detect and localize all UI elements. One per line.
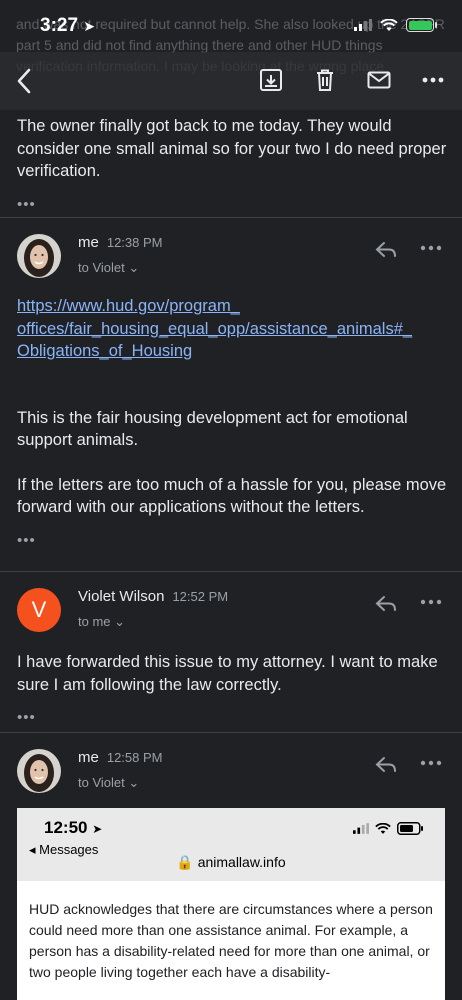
message-more-icon[interactable]	[420, 590, 442, 614]
avatar[interactable]	[17, 234, 61, 278]
message-body: The owner finally got back to me today. …	[17, 117, 447, 180]
message-time: 12:52 PM	[172, 589, 229, 604]
paragraph: If the letters are too much of a hassle …	[17, 475, 447, 517]
wifi-icon	[380, 18, 398, 31]
screenshot-status-icons	[353, 822, 423, 835]
chevron-down-icon: ⌄	[114, 614, 126, 629]
show-trimmed-content-button[interactable]: •••	[17, 197, 447, 212]
avatar[interactable]	[17, 749, 61, 793]
reply-icon[interactable]	[374, 238, 398, 262]
reply-icon[interactable]	[374, 753, 398, 777]
recipient-toggle[interactable]: to me ⌄	[78, 614, 125, 630]
sender-line: Violet Wilson 12:52 PM	[78, 588, 228, 605]
back-chevron-icon[interactable]	[10, 65, 40, 97]
more-icon[interactable]	[420, 67, 446, 93]
status-time: 3:27 ➤	[40, 15, 96, 36]
recipient-toggle[interactable]: to Violet ⌄	[78, 775, 139, 791]
message-body: I have forwarded this issue to my attorn…	[17, 651, 447, 725]
message-body-owner-reply: The owner finally got back to me today. …	[17, 115, 447, 212]
sender-name: Violet Wilson	[78, 588, 165, 605]
screenshot-time: 12:50 ➤	[44, 818, 103, 837]
message-body: https://www.hud.gov/program_ offices/fai…	[17, 295, 452, 548]
sender-name: me	[78, 749, 99, 766]
archive-icon[interactable]	[258, 67, 284, 93]
profile-photo-avatar	[17, 234, 61, 278]
cellular-signal-icon	[353, 823, 369, 834]
show-trimmed-content-button[interactable]: •••	[17, 710, 447, 725]
screenshot-url: 🔒 animallaw.info	[176, 854, 286, 870]
location-arrow-icon: ➤	[83, 18, 96, 34]
battery-icon	[406, 18, 437, 32]
message-more-icon[interactable]	[420, 751, 442, 775]
mail-icon[interactable]	[366, 67, 392, 93]
cellular-signal-icon	[354, 19, 372, 31]
show-trimmed-content-button[interactable]: •••	[17, 533, 452, 548]
sender-name: me	[78, 234, 99, 251]
lock-icon: 🔒	[176, 854, 194, 870]
message-time: 12:38 PM	[106, 235, 163, 250]
reply-icon[interactable]	[374, 592, 398, 616]
location-arrow-icon: ➤	[92, 822, 103, 836]
email-toolbar	[0, 52, 462, 110]
profile-photo-avatar	[17, 749, 61, 793]
status-bar: 3:27 ➤	[0, 0, 462, 52]
battery-icon	[397, 822, 423, 835]
trash-icon[interactable]	[312, 67, 338, 93]
message-more-icon[interactable]	[420, 236, 442, 260]
hud-link[interactable]: https://www.hud.gov/program_ offices/fai…	[17, 295, 452, 363]
avatar[interactable]: V	[17, 588, 61, 632]
sender-line: me 12:38 PM	[78, 234, 163, 251]
screenshot-browser-header: 12:50 ➤ ◂ Messages 🔒 animallaw.info	[17, 808, 445, 881]
screenshot-article-text: HUD acknowledges that there are circumst…	[29, 901, 433, 980]
recipient-toggle[interactable]: to Violet ⌄	[78, 260, 139, 276]
chevron-down-icon: ⌄	[128, 775, 140, 790]
paragraph: This is the fair housing development act…	[17, 408, 408, 450]
message-me-1258: me 12:58 PM to Violet ⌄	[0, 733, 462, 808]
paragraph: I have forwarded this issue to my attorn…	[17, 653, 438, 694]
chevron-down-icon: ⌄	[128, 260, 140, 275]
wifi-icon	[375, 822, 391, 834]
message-me-1238: me 12:38 PM to Violet ⌄ https://www.hud.g…	[0, 218, 462, 571]
status-icons	[354, 18, 437, 32]
message-violet-wilson: V Violet Wilson 12:52 PM to me ⌄ I have f…	[0, 572, 462, 732]
sender-line: me 12:58 PM	[78, 749, 163, 766]
inline-screenshot-image[interactable]: 12:50 ➤ ◂ Messages 🔒 animallaw.info HUD …	[17, 808, 445, 1000]
message-time: 12:58 PM	[106, 750, 163, 765]
